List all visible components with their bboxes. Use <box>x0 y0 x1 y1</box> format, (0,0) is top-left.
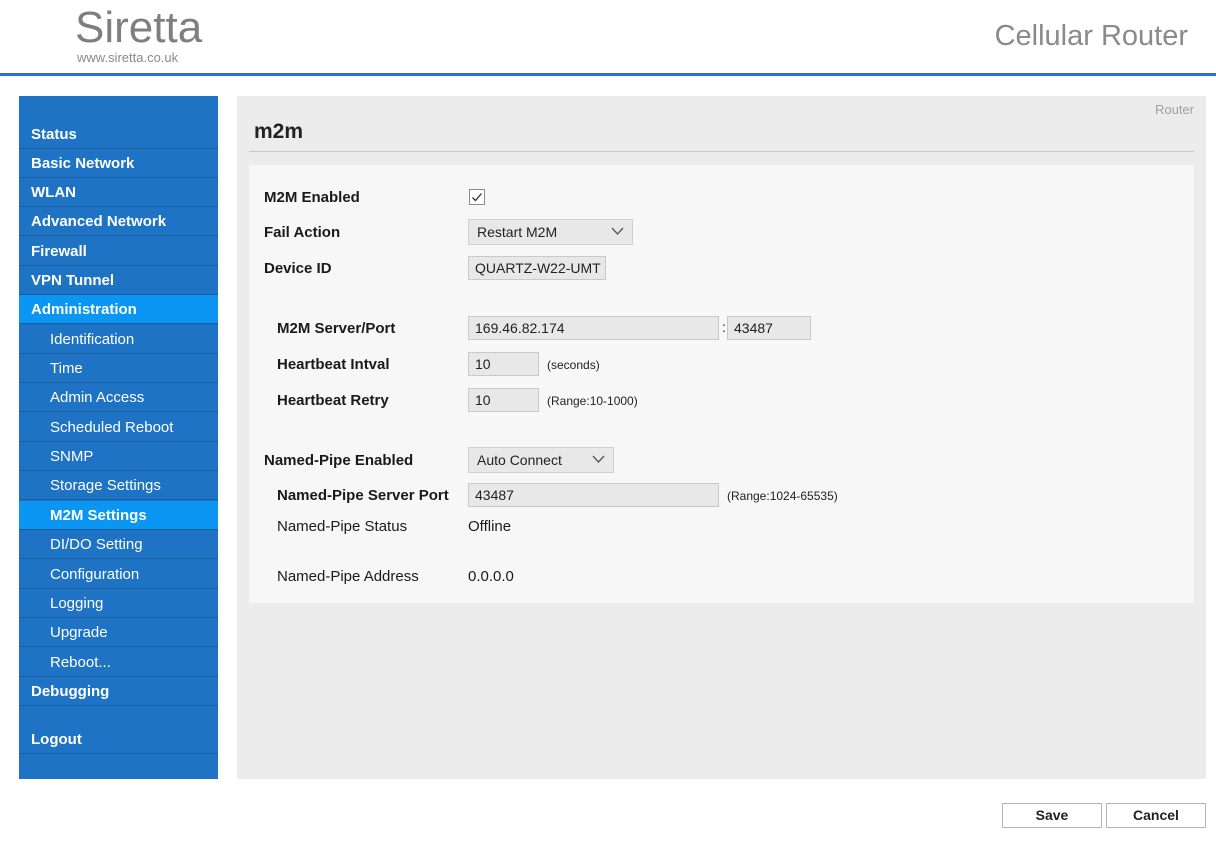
named-pipe-enabled-label: Named-Pipe Enabled <box>264 452 414 469</box>
m2m-settings-panel: M2M Enabled Fail Action Restart M2M Devi… <box>249 165 1194 603</box>
sidebar-item-wlan[interactable]: WLAN <box>19 178 218 207</box>
named-pipe-address-label: Named-Pipe Address <box>277 568 419 585</box>
fail-action-label: Fail Action <box>264 224 341 241</box>
sidebar-item-reboot[interactable]: Reboot... <box>19 648 218 677</box>
sidebar-item-admin-access[interactable]: Admin Access <box>19 383 218 412</box>
named-pipe-enabled-select[interactable]: Auto Connect <box>468 447 614 473</box>
heartbeat-retry-input[interactable]: 10 <box>468 388 539 412</box>
breadcrumb: Router <box>1154 102 1194 117</box>
sidebar-item-administration[interactable]: Administration <box>19 295 218 324</box>
sidebar-item-storage-settings[interactable]: Storage Settings <box>19 471 218 500</box>
named-pipe-status-value: Offline <box>468 518 512 535</box>
sidebar-item-configuration[interactable]: Configuration <box>19 560 218 589</box>
sidebar-item-m2m-settings[interactable]: M2M Settings <box>19 501 218 530</box>
sidebar-item-firewall[interactable]: Firewall <box>19 237 218 266</box>
named-pipe-address-value: 0.0.0.0 <box>468 568 514 585</box>
sidebar-item-advanced-network[interactable]: Advanced Network <box>19 207 218 236</box>
named-pipe-server-port-hint: (Range:1024-65535) <box>727 489 838 503</box>
cancel-button[interactable]: Cancel <box>1106 803 1206 828</box>
m2m-server-port-label: M2M Server/Port <box>277 320 396 337</box>
logo-url: www.siretta.co.uk <box>77 50 179 65</box>
named-pipe-server-port-label: Named-Pipe Server Port <box>277 487 449 504</box>
sidebar-item-scheduled-reboot[interactable]: Scheduled Reboot <box>19 413 218 442</box>
m2m-port-input[interactable]: 43487 <box>727 316 811 340</box>
named-pipe-server-port-input[interactable]: 43487 <box>468 483 719 507</box>
named-pipe-status-label: Named-Pipe Status <box>277 518 408 535</box>
heartbeat-retry-hint: (Range:10-1000) <box>547 394 638 408</box>
heartbeat-intval-input[interactable]: 10 <box>468 352 539 376</box>
sidebar-nav: Status Basic Network WLAN Advanced Netwo… <box>19 96 218 779</box>
sidebar-item-snmp[interactable]: SNMP <box>19 442 218 471</box>
logo[interactable]: Siretta <box>75 2 202 54</box>
m2m-enabled-label: M2M Enabled <box>264 189 360 206</box>
sidebar-item-upgrade[interactable]: Upgrade <box>19 618 218 647</box>
fail-action-value: Restart M2M <box>477 224 558 240</box>
save-button[interactable]: Save <box>1002 803 1102 828</box>
chevron-down-icon <box>611 227 624 235</box>
sidebar-item-vpn-tunnel[interactable]: VPN Tunnel <box>19 266 218 295</box>
sidebar-item-status[interactable]: Status <box>19 120 218 149</box>
product-title: Cellular Router <box>994 20 1188 52</box>
server-port-separator: : <box>722 319 726 335</box>
device-id-input[interactable]: QUARTZ-W22-UMT <box>468 256 606 280</box>
sidebar-item-logout[interactable]: Logout <box>19 706 218 754</box>
named-pipe-enabled-value: Auto Connect <box>477 452 562 468</box>
sidebar-item-logging[interactable]: Logging <box>19 589 218 618</box>
sidebar-item-di-do-setting[interactable]: DI/DO Setting <box>19 530 218 559</box>
main-content: Router m2m M2M Enabled Fail Action Resta… <box>237 96 1206 779</box>
fail-action-select[interactable]: Restart M2M <box>468 219 633 245</box>
m2m-enabled-checkbox[interactable] <box>469 189 485 205</box>
heartbeat-retry-label: Heartbeat Retry <box>277 392 389 409</box>
sidebar-item-time[interactable]: Time <box>19 354 218 383</box>
m2m-server-input[interactable]: 169.46.82.174 <box>468 316 719 340</box>
heartbeat-intval-hint: (seconds) <box>547 358 600 372</box>
checkmark-icon <box>472 193 482 202</box>
sidebar-item-basic-network[interactable]: Basic Network <box>19 149 218 178</box>
device-id-label: Device ID <box>264 260 332 277</box>
page-title: m2m <box>254 120 304 143</box>
chevron-down-icon <box>592 455 605 463</box>
title-divider <box>249 151 1194 152</box>
sidebar-item-debugging[interactable]: Debugging <box>19 677 218 706</box>
page-header: Siretta www.siretta.co.uk Cellular Route… <box>0 0 1216 76</box>
heartbeat-intval-label: Heartbeat Intval <box>277 356 390 373</box>
sidebar-item-identification[interactable]: Identification <box>19 325 218 354</box>
